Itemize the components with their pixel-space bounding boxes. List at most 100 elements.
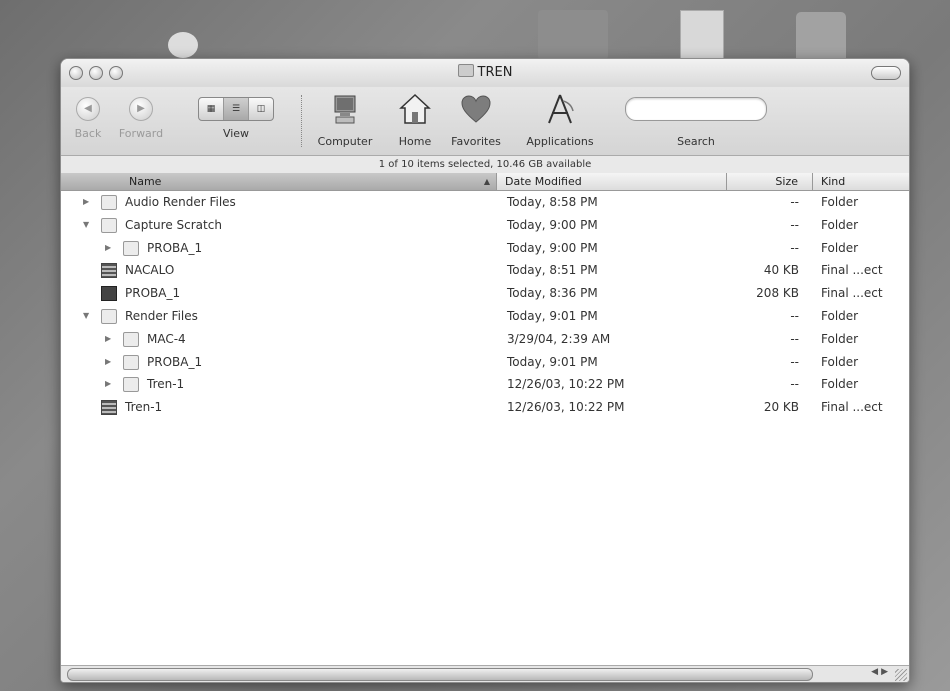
status-bar: 1 of 10 items selected, 10.46 GB availab… bbox=[61, 155, 909, 174]
file-size: 208 KB bbox=[756, 286, 799, 301]
scroll-thumb[interactable] bbox=[67, 668, 813, 681]
home-icon bbox=[399, 93, 431, 124]
disclosure-expanded-icon[interactable]: ▼ bbox=[83, 311, 91, 320]
file-size: -- bbox=[790, 217, 799, 232]
kind-column-header[interactable]: Kind bbox=[813, 173, 909, 190]
toolbar: ◀ Back ▶ Forward ▦ ☰ ◫ View Computer Hom… bbox=[61, 87, 909, 155]
applications-button[interactable]: Applications bbox=[521, 93, 599, 148]
file-size: 20 KB bbox=[763, 400, 799, 415]
view-label: View bbox=[222, 127, 250, 140]
desktop-badge-icon[interactable] bbox=[168, 32, 198, 58]
date-modified: Today, 8:58 PM bbox=[507, 195, 598, 209]
favorites-button[interactable]: Favorites bbox=[449, 93, 503, 148]
disclosure-collapsed-icon[interactable]: ▶ bbox=[105, 357, 113, 366]
resize-grip-icon[interactable] bbox=[895, 669, 907, 681]
table-row[interactable]: ▶ MAC-4 3/29/04, 2:39 AM -- Folder bbox=[61, 328, 909, 351]
sort-ascending-icon: ▲ bbox=[483, 177, 490, 186]
search-control: Search bbox=[621, 93, 771, 148]
file-name: PROBA_1 bbox=[147, 240, 203, 255]
folder-icon bbox=[123, 354, 139, 370]
home-label: Home bbox=[398, 135, 432, 148]
date-column-label: Date Modified bbox=[505, 175, 582, 188]
file-kind: Folder bbox=[821, 240, 859, 255]
date-modified: Today, 9:00 PM bbox=[507, 240, 598, 255]
computer-button[interactable]: Computer bbox=[315, 93, 375, 148]
horizontal-scrollbar[interactable]: ◀▶ bbox=[61, 665, 909, 682]
desktop-folder-icon[interactable] bbox=[538, 10, 608, 60]
table-row[interactable]: ▼ Render Files Today, 9:01 PM -- Folder bbox=[61, 305, 909, 328]
disclosure-collapsed-icon[interactable]: ▶ bbox=[83, 197, 91, 206]
file-size: -- bbox=[790, 308, 799, 323]
table-row[interactable]: ▶ PROBA_1 Today, 9:01 PM -- Folder bbox=[61, 351, 909, 374]
forward-button[interactable]: ▶ Forward bbox=[113, 93, 169, 140]
heart-icon bbox=[461, 95, 491, 123]
file-size: -- bbox=[790, 377, 799, 392]
file-name: NACALO bbox=[125, 263, 175, 278]
disclosure-collapsed-icon[interactable]: ▶ bbox=[105, 379, 113, 388]
folder-icon bbox=[101, 195, 117, 210]
disclosure-collapsed-icon[interactable]: ▶ bbox=[105, 334, 113, 343]
table-row[interactable]: PROBA_1 Today, 8:36 PM 208 KB Final ...ect bbox=[61, 282, 909, 305]
table-row[interactable]: NACALO Today, 8:51 PM 40 KB Final ...ect bbox=[61, 259, 909, 282]
file-size: -- bbox=[790, 331, 799, 346]
file-kind: Folder bbox=[821, 377, 859, 392]
table-row[interactable]: ▼ Capture Scratch Today, 9:00 PM -- Folder bbox=[61, 214, 909, 237]
date-modified: Today, 9:00 PM bbox=[507, 217, 598, 232]
size-column-header[interactable]: Size bbox=[727, 173, 813, 190]
column-view-button[interactable]: ◫ bbox=[249, 98, 273, 120]
date-column-header[interactable]: Date Modified bbox=[497, 173, 727, 190]
back-button[interactable]: ◀ Back bbox=[67, 93, 109, 140]
computer-icon bbox=[334, 95, 356, 124]
forward-arrow-icon: ▶ bbox=[129, 97, 153, 121]
size-column-label: Size bbox=[775, 175, 798, 188]
file-name: Render Files bbox=[125, 308, 198, 323]
table-row[interactable]: ▶ Tren-1 12/26/03, 10:22 PM -- Folder bbox=[61, 373, 909, 396]
table-row[interactable]: Tren-1 12/26/03, 10:22 PM 20 KB Final ...ec… bbox=[61, 396, 909, 419]
table-row[interactable]: ▶ PROBA_1 Today, 9:00 PM -- Folder bbox=[61, 237, 909, 260]
table-row[interactable]: ▶ Audio Render Files Today, 8:58 PM -- Folde… bbox=[61, 191, 909, 214]
disclosure-expanded-icon[interactable]: ▼ bbox=[83, 220, 91, 229]
date-modified: 3/29/04, 2:39 AM bbox=[507, 331, 611, 346]
file-kind: Final ...ect bbox=[821, 400, 883, 415]
project-file-icon bbox=[101, 400, 117, 416]
view-control: ▦ ☰ ◫ View bbox=[191, 93, 281, 140]
name-column-header[interactable]: Name ▲ bbox=[61, 173, 497, 190]
forward-label: Forward bbox=[118, 127, 164, 140]
toolbar-toggle-button[interactable] bbox=[871, 66, 901, 80]
document-icon bbox=[101, 286, 117, 302]
file-name: Tren-1 bbox=[125, 400, 163, 415]
file-kind: Final ...ect bbox=[821, 263, 883, 278]
file-kind: Final ...ect bbox=[821, 286, 883, 301]
search-label: Search bbox=[677, 135, 715, 148]
home-button[interactable]: Home bbox=[395, 93, 435, 148]
view-segmented-control: ▦ ☰ ◫ bbox=[198, 97, 274, 121]
back-label: Back bbox=[74, 127, 102, 140]
date-modified: 12/26/03, 10:22 PM bbox=[507, 377, 625, 392]
search-input[interactable] bbox=[625, 97, 767, 121]
disclosure-collapsed-icon[interactable]: ▶ bbox=[105, 243, 113, 252]
file-name: Capture Scratch bbox=[125, 217, 222, 232]
scroll-arrows-icon[interactable]: ◀▶ bbox=[871, 667, 891, 677]
folder-icon bbox=[123, 240, 139, 256]
folder-icon bbox=[123, 331, 139, 347]
window-title: TREN bbox=[61, 64, 909, 80]
date-modified: 12/26/03, 10:22 PM bbox=[507, 400, 625, 415]
file-kind: Folder bbox=[821, 195, 859, 209]
folder-icon bbox=[457, 64, 474, 77]
file-list: ▶ Audio Render Files Today, 8:58 PM -- Folde… bbox=[61, 191, 909, 419]
title-bar[interactable]: TREN bbox=[61, 59, 909, 87]
list-header: Name ▲ Date Modified Size Kind bbox=[61, 173, 909, 191]
icon-view-button[interactable]: ▦ bbox=[199, 98, 224, 120]
file-size: -- bbox=[790, 195, 799, 209]
file-name: PROBA_1 bbox=[147, 354, 203, 369]
finder-window: TREN ◀ Back ▶ Forward ▦ ☰ ◫ View Compute… bbox=[60, 58, 910, 683]
applications-icon bbox=[548, 94, 574, 124]
file-name: Audio Render Files bbox=[125, 195, 236, 209]
applications-label: Applications bbox=[526, 135, 594, 148]
back-arrow-icon: ◀ bbox=[76, 97, 100, 121]
list-view-button[interactable]: ☰ bbox=[224, 98, 249, 120]
date-modified: Today, 8:36 PM bbox=[507, 286, 598, 301]
file-size: 40 KB bbox=[763, 263, 799, 278]
file-name: Tren-1 bbox=[147, 377, 185, 392]
favorites-label: Favorites bbox=[451, 135, 501, 148]
